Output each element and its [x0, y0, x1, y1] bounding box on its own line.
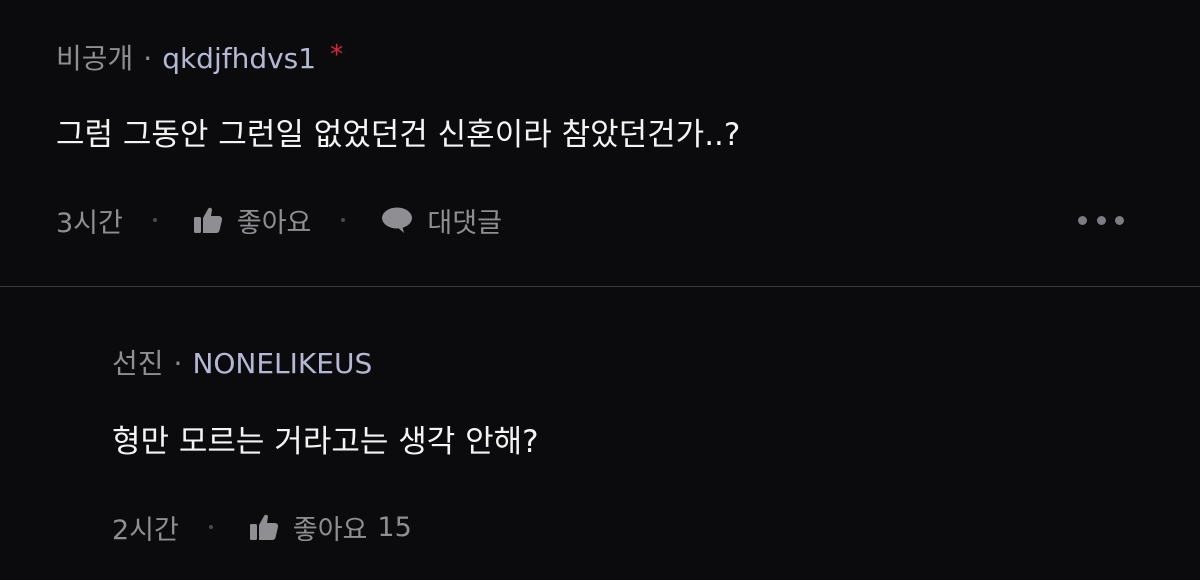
author-id[interactable]: NONELIKEUS [192, 344, 372, 384]
speech-bubble-icon [382, 207, 413, 233]
author-badge: * [330, 40, 344, 70]
separator-dot [208, 525, 213, 529]
author-id[interactable]: qkdjfhdvs1 [162, 39, 316, 79]
comment-text: 형만 모르는 거라고는 생각 안해? [112, 424, 539, 460]
author-separator: · [143, 42, 153, 75]
separator-dot [152, 218, 157, 222]
author-group: 선진 [112, 347, 164, 380]
thumbs-up-icon [193, 207, 222, 233]
comment-author-line: 비공개 · qkdjfhdvs1 * [56, 39, 343, 79]
author-group: 비공개 [56, 42, 134, 75]
reply-button[interactable]: 대댓글 [381, 201, 502, 240]
more-horizontal-icon-dot [1115, 215, 1124, 225]
like-button[interactable]: 좋아요 [193, 201, 312, 240]
comment-time: 3시간 [56, 207, 123, 239]
reply-label: 대댓글 [427, 207, 502, 239]
comment-author-line: 선진 · NONELIKEUS [112, 344, 372, 384]
more-horizontal-icon-dot [1078, 215, 1087, 225]
like-count: 15 [377, 511, 412, 543]
separator-dot [341, 218, 346, 222]
comment-time: 2시간 [112, 514, 179, 546]
like-button[interactable]: 좋아요 15 [249, 508, 412, 547]
comment: 비공개 · qkdjfhdvs1 * 그럼 그동안 그런일 없었던건 신혼이라 … [0, 0, 1200, 286]
author-separator: · [173, 347, 183, 380]
comment-actions: 3시간 좋아요 대댓글 [56, 200, 502, 240]
more-button[interactable] [1078, 208, 1124, 232]
comment-actions: 2시간 좋아요 15 [112, 507, 412, 547]
like-label: 좋아요 [236, 207, 312, 239]
more-horizontal-icon-dot [1096, 215, 1106, 225]
comment-text: 그럼 그동안 그런일 없었던건 신혼이라 참았던건가..? [56, 117, 741, 153]
like-label: 좋아요 [292, 514, 368, 546]
thumbs-up-icon [249, 514, 278, 540]
reply-comment: 선진 · NONELIKEUS 형만 모르는 거라고는 생각 안해? 2시간 좋… [0, 287, 1200, 580]
